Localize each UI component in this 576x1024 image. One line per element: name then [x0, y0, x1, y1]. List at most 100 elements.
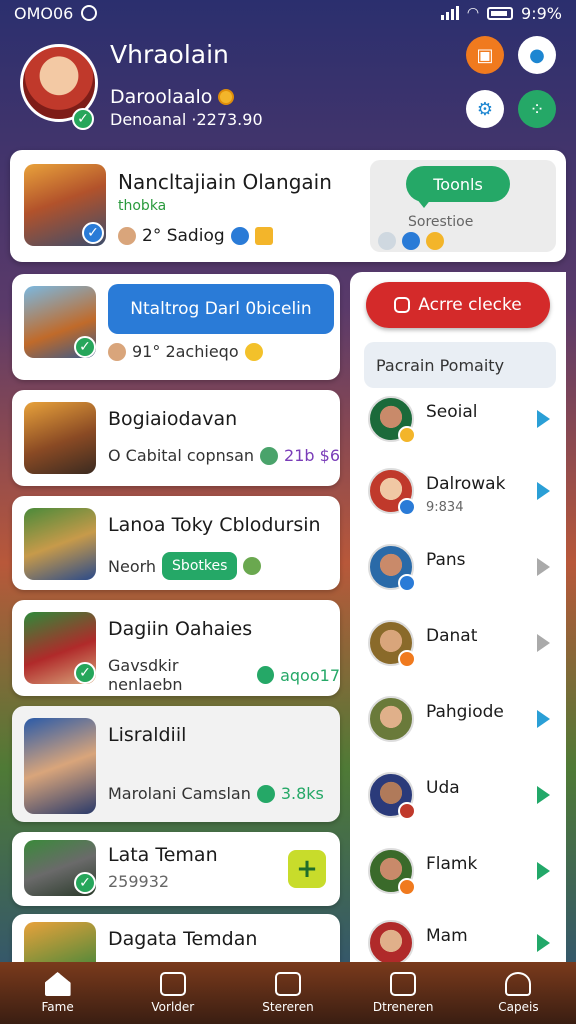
nav-inventory[interactable]: Dtreneren	[346, 962, 461, 1024]
status-dot	[398, 498, 416, 516]
friend-item[interactable]: Uda	[364, 772, 556, 828]
play-icon[interactable]	[537, 410, 550, 428]
play-icon[interactable]	[537, 634, 550, 652]
location-icon	[256, 666, 275, 684]
status-badge[interactable]: Sbotkes	[162, 552, 238, 580]
friend-avatar	[368, 920, 414, 966]
nav-label: Dtreneren	[372, 1000, 434, 1014]
friend-avatar	[368, 772, 416, 820]
list-item[interactable]: ✓ Ntaltrog Darl 0bicelin 91° 2achieqo	[12, 274, 340, 380]
card-title: Lata Teman	[108, 844, 218, 866]
list-item[interactable]: ✓ Dagiin Oahaies Gavsdkir nenlaebn aqoo1…	[12, 600, 340, 696]
game-thumbnail	[24, 718, 96, 814]
chat-icon	[159, 972, 186, 996]
status-dot	[398, 650, 416, 668]
action-button[interactable]: Acrre clecke	[366, 282, 550, 328]
card-meta: Marolani Camslan 3.8ks	[108, 784, 324, 803]
play-icon[interactable]	[537, 558, 550, 576]
list-item[interactable]: Dagata Temdan	[12, 914, 340, 962]
nav-label: Capeis	[498, 1000, 539, 1014]
play-icon[interactable]	[537, 862, 550, 880]
friend-item[interactable]: Seoial	[364, 396, 556, 452]
friend-name: Danat	[426, 626, 478, 646]
user-subtitle: Daroolaalo	[110, 86, 213, 108]
card-meta: O Cabital copnsan 21b $6	[108, 446, 340, 465]
card-meta-text: 259932	[108, 872, 170, 891]
friend-avatar	[368, 544, 416, 592]
battery-level: 9:9%	[521, 3, 562, 23]
game-thumbnail	[24, 922, 96, 962]
location-button[interactable]: ●	[518, 36, 556, 74]
battery-icon	[487, 6, 514, 20]
featured-meta-row: 2° Sadiog	[118, 226, 273, 246]
tools-button[interactable]: Toonls	[406, 166, 510, 202]
nav-label: Stereren	[262, 1000, 314, 1014]
emoji-icon	[244, 342, 263, 361]
list-item[interactable]: Lisraldiil Marolani Camslan 3.8ks	[12, 706, 340, 822]
friend-avatar	[368, 468, 416, 516]
check-icon	[230, 227, 249, 245]
card-stat: 3.8ks	[280, 784, 324, 803]
gift-button[interactable]: ▣	[466, 36, 504, 74]
friend-name: Seoial	[426, 402, 478, 422]
friend-item[interactable]: Flamk	[364, 848, 556, 904]
nav-home[interactable]: Fame	[0, 962, 115, 1024]
card-meta-text: 91° 2achieqo	[132, 342, 239, 361]
game-thumbnail	[24, 402, 96, 474]
add-button[interactable]: +	[288, 850, 326, 888]
game-thumbnail	[24, 508, 96, 580]
character-icon	[243, 557, 262, 575]
star-icon	[426, 232, 444, 250]
status-time: OMO06	[14, 3, 74, 23]
friend-item[interactable]: Dalrowak 9:834	[364, 468, 556, 524]
play-icon[interactable]	[537, 934, 550, 952]
nav-world[interactable]: Vorlder	[115, 962, 230, 1024]
gem-icon	[260, 446, 279, 465]
gamepad-button[interactable]: ⁘	[518, 90, 556, 128]
settings-button[interactable]: ⚙	[466, 90, 504, 128]
card-title: Lanoa Toky Cblodursin	[108, 514, 321, 536]
friend-name: Uda	[426, 778, 460, 798]
trophy-icon	[254, 227, 273, 245]
featured-card[interactable]: ✓ Nancltajiain Olangain thobka 2° Sadiog…	[10, 150, 566, 262]
action-label: Acrre clecke	[418, 295, 522, 315]
wifi-icon: ◠	[466, 5, 480, 21]
nav-profile[interactable]: Capeis	[461, 962, 576, 1024]
badge-icon	[378, 232, 396, 250]
status-dot	[398, 878, 416, 896]
play-icon[interactable]	[537, 710, 550, 728]
play-icon[interactable]	[537, 786, 550, 804]
search-field[interactable]: Pacrain Pomaity	[364, 342, 556, 388]
card-meta: 259932	[108, 872, 169, 891]
verified-icon: ✓	[74, 336, 96, 358]
side-icons	[378, 232, 444, 250]
friend-item[interactable]: Pahgiode	[364, 696, 556, 752]
friend-name: Pahgiode	[426, 702, 504, 722]
tag-icon	[275, 972, 301, 996]
verified-icon: ✓	[74, 872, 96, 894]
heart-icon	[256, 784, 275, 803]
message-bubble: Ntaltrog Darl 0bicelin	[108, 284, 334, 334]
chat-icon	[394, 297, 411, 313]
card-title: Lisraldiil	[108, 724, 187, 746]
nav-store[interactable]: Stereren	[230, 962, 345, 1024]
list-item[interactable]: Lanoa Toky Cblodursin Neorh Sbotkes	[12, 496, 340, 590]
friend-item[interactable]: Danat	[364, 620, 556, 676]
card-meta: 91° 2achieqo	[108, 342, 263, 361]
play-icon[interactable]	[537, 482, 550, 500]
card-meta-text: O Cabital copnsan	[108, 446, 255, 465]
card-meta: Neorh Sbotkes	[108, 552, 262, 580]
status-bar: OMO06 ◠ 9:9%	[0, 0, 576, 26]
list-item[interactable]: Bogiaiodavan O Cabital copnsan 21b $6	[12, 390, 340, 486]
friend-name: Pans	[426, 550, 466, 570]
nav-label: Fame	[41, 1000, 74, 1014]
bottom-nav: Fame Vorlder Stereren Dtreneren Capeis	[0, 962, 576, 1024]
friend-item[interactable]: Pans	[364, 544, 556, 600]
user-name: Vhraolain	[110, 40, 229, 69]
friend-avatar	[368, 848, 416, 896]
card-meta-text: Marolani Camslan	[108, 784, 251, 803]
list-item[interactable]: ✓ Lata Teman 259932 +	[12, 832, 340, 906]
friend-name: Mam	[426, 926, 468, 946]
face-icon	[108, 342, 126, 361]
card-meta-text: Neorh	[108, 556, 157, 576]
